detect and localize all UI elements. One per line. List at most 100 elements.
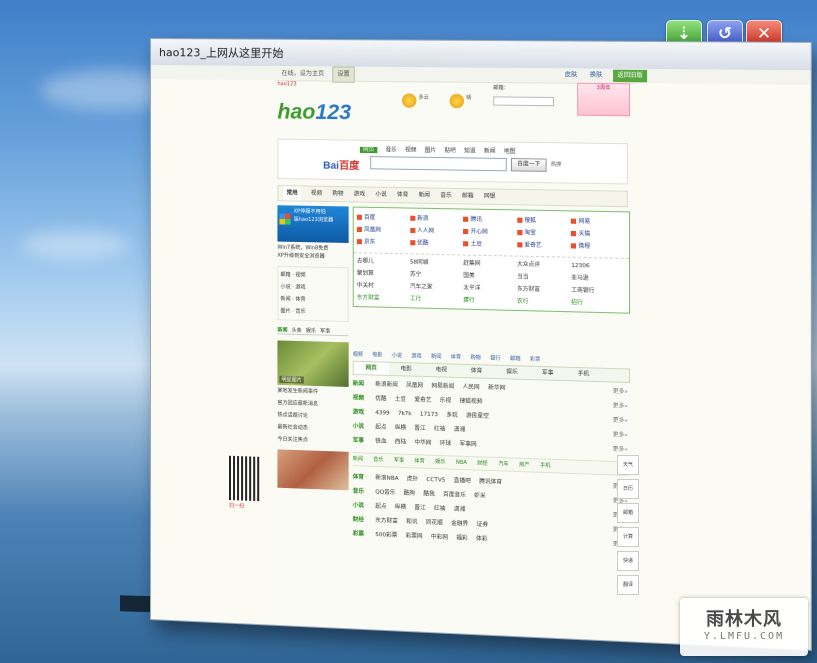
category-link[interactable]: 体育 — [451, 354, 461, 360]
old-version-button[interactable]: 返回旧版 — [613, 69, 648, 83]
category-item[interactable]: 红袖 — [434, 506, 445, 513]
news-tab[interactable]: 娱乐 — [306, 328, 316, 334]
category-item[interactable]: 东方财富 — [375, 518, 398, 525]
mail-input[interactable] — [493, 96, 554, 107]
site-link[interactable]: 招行 — [571, 297, 626, 311]
site-link[interactable]: 网易 — [571, 216, 626, 229]
search-tab[interactable]: 视频 — [405, 147, 416, 153]
category-item[interactable]: 酷我 — [423, 491, 434, 498]
top-link[interactable]: 皮肤 — [565, 71, 578, 78]
site-link[interactable]: 东方财富 — [357, 292, 410, 305]
side-tool-calc[interactable]: 计算 — [617, 527, 639, 547]
category-link[interactable]: 游戏 — [411, 353, 421, 359]
content-tab[interactable]: 手机 — [566, 368, 602, 381]
category-item[interactable]: 虾米 — [474, 493, 485, 500]
hot-search-link[interactable]: 热搜 — [551, 161, 562, 168]
site-link[interactable]: 工行 — [410, 293, 463, 307]
site-link[interactable]: 58同城 — [410, 256, 463, 269]
category-item[interactable]: 证券 — [477, 522, 488, 529]
site-link[interactable]: 搜狐 — [517, 215, 571, 228]
site-link[interactable]: 京东 — [357, 236, 410, 249]
category-key[interactable]: 小说 — [353, 499, 376, 514]
more-link[interactable]: 更多» — [613, 385, 628, 400]
quick-link[interactable]: 邮箱 — [280, 272, 290, 278]
quick-link[interactable]: 体育 — [295, 296, 305, 302]
category-link[interactable]: 视频 — [353, 352, 363, 358]
category-key[interactable]: 军事 — [353, 434, 376, 449]
site-link[interactable]: 爱奇艺 — [517, 239, 571, 252]
category-link[interactable]: 小说 — [392, 353, 402, 359]
category-item[interactable]: 起点 — [375, 504, 386, 511]
category-key[interactable]: 小说 — [353, 420, 376, 435]
category-item[interactable]: 环球 — [440, 441, 451, 448]
sub-tab[interactable]: 音乐 — [373, 457, 383, 463]
search-tab[interactable]: 图片 — [425, 148, 436, 154]
site-link[interactable]: 大众点评 — [517, 259, 571, 272]
category-item[interactable]: 优酷 — [375, 396, 386, 402]
sub-tab[interactable]: 新闻 — [353, 456, 363, 462]
site-link[interactable]: 当当 — [517, 271, 571, 285]
sub-tab[interactable]: 军事 — [394, 457, 404, 463]
category-item[interactable]: 彩票网 — [406, 533, 423, 540]
content-tab[interactable]: 娱乐 — [494, 366, 530, 379]
site-link[interactable]: 百度 — [357, 212, 410, 225]
category-item[interactable]: 金融界 — [451, 521, 468, 528]
sub-tab[interactable]: 手机 — [540, 463, 551, 470]
news-tab[interactable]: 头条 — [292, 328, 302, 334]
side-tool-translate[interactable]: 翻译 — [617, 575, 639, 595]
sub-tab[interactable]: 汽车 — [498, 461, 508, 468]
category-item[interactable]: 晋江 — [414, 426, 425, 432]
sub-tab[interactable]: 房产 — [519, 462, 529, 469]
category-item[interactable]: 网易新闻 — [431, 383, 454, 390]
site-link[interactable]: 天猫 — [571, 228, 626, 241]
category-link[interactable]: 新闻 — [431, 354, 441, 360]
category-item[interactable]: 同花顺 — [426, 520, 443, 527]
category-key[interactable]: 彩票 — [353, 527, 376, 542]
site-link[interactable]: 新浪 — [410, 213, 463, 226]
category-item[interactable]: 潇湘 — [454, 507, 465, 514]
category-link[interactable]: 邮箱 — [510, 356, 520, 362]
category-item[interactable]: 土豆 — [395, 396, 406, 402]
search-tab[interactable]: 地图 — [504, 149, 516, 155]
quick-link[interactable]: 视频 — [295, 272, 305, 278]
nav-item[interactable]: 购物 — [332, 187, 343, 201]
category-item[interactable]: 红袖 — [434, 426, 445, 432]
category-item[interactable]: 虎扑 — [407, 476, 418, 483]
nav-item[interactable]: 新闻 — [419, 188, 430, 202]
sub-tab[interactable]: 财经 — [477, 460, 487, 467]
sub-tab[interactable]: 娱乐 — [435, 459, 445, 465]
content-tab[interactable]: 军事 — [530, 367, 566, 380]
category-item[interactable]: 体彩 — [476, 536, 487, 543]
category-item[interactable]: 中彩网 — [431, 534, 448, 541]
site-link[interactable]: 人人网 — [410, 225, 463, 238]
category-item[interactable]: 7k7k — [398, 411, 412, 418]
nav-item[interactable]: 游戏 — [354, 187, 365, 201]
promo-banner[interactable]: XP停服不用怕 装hao123浏览器 — [277, 205, 349, 243]
category-item[interactable]: 游民星空 — [466, 413, 489, 420]
search-tab[interactable]: 知道 — [464, 148, 475, 154]
content-tab[interactable]: 电视 — [424, 364, 459, 377]
category-item[interactable]: 潇湘 — [454, 427, 465, 434]
category-item[interactable]: CCTV5 — [426, 477, 445, 484]
more-link[interactable]: 更多» — [613, 413, 628, 428]
category-item[interactable]: 百度音乐 — [443, 492, 466, 499]
search-button[interactable]: 百度一下 — [510, 158, 547, 172]
category-item[interactable]: 酷狗 — [404, 490, 415, 497]
more-link[interactable]: 更多» — [613, 399, 628, 414]
category-item[interactable]: 新华网 — [488, 385, 505, 392]
site-link[interactable]: 赶集网 — [463, 258, 517, 271]
category-key[interactable]: 视频 — [353, 391, 376, 406]
news-item[interactable]: 今日关注焦点 — [277, 433, 348, 448]
category-link[interactable]: 彩票 — [530, 356, 541, 362]
category-item[interactable]: 晋江 — [414, 505, 425, 512]
site-link[interactable]: 凤凰网 — [357, 224, 410, 237]
sub-tab[interactable]: 体育 — [414, 458, 424, 464]
news-tab[interactable]: 新闻 — [277, 327, 287, 333]
category-item[interactable]: 人民网 — [463, 384, 480, 391]
content-tab[interactable]: 体育 — [459, 365, 494, 378]
content-tab[interactable]: 网页 — [353, 361, 389, 375]
quick-link[interactable]: 小说 — [280, 284, 290, 290]
category-item[interactable]: 纵横 — [395, 425, 406, 431]
site-link[interactable]: 腾讯 — [463, 214, 517, 227]
category-item[interactable]: 腾讯体育 — [479, 479, 502, 486]
